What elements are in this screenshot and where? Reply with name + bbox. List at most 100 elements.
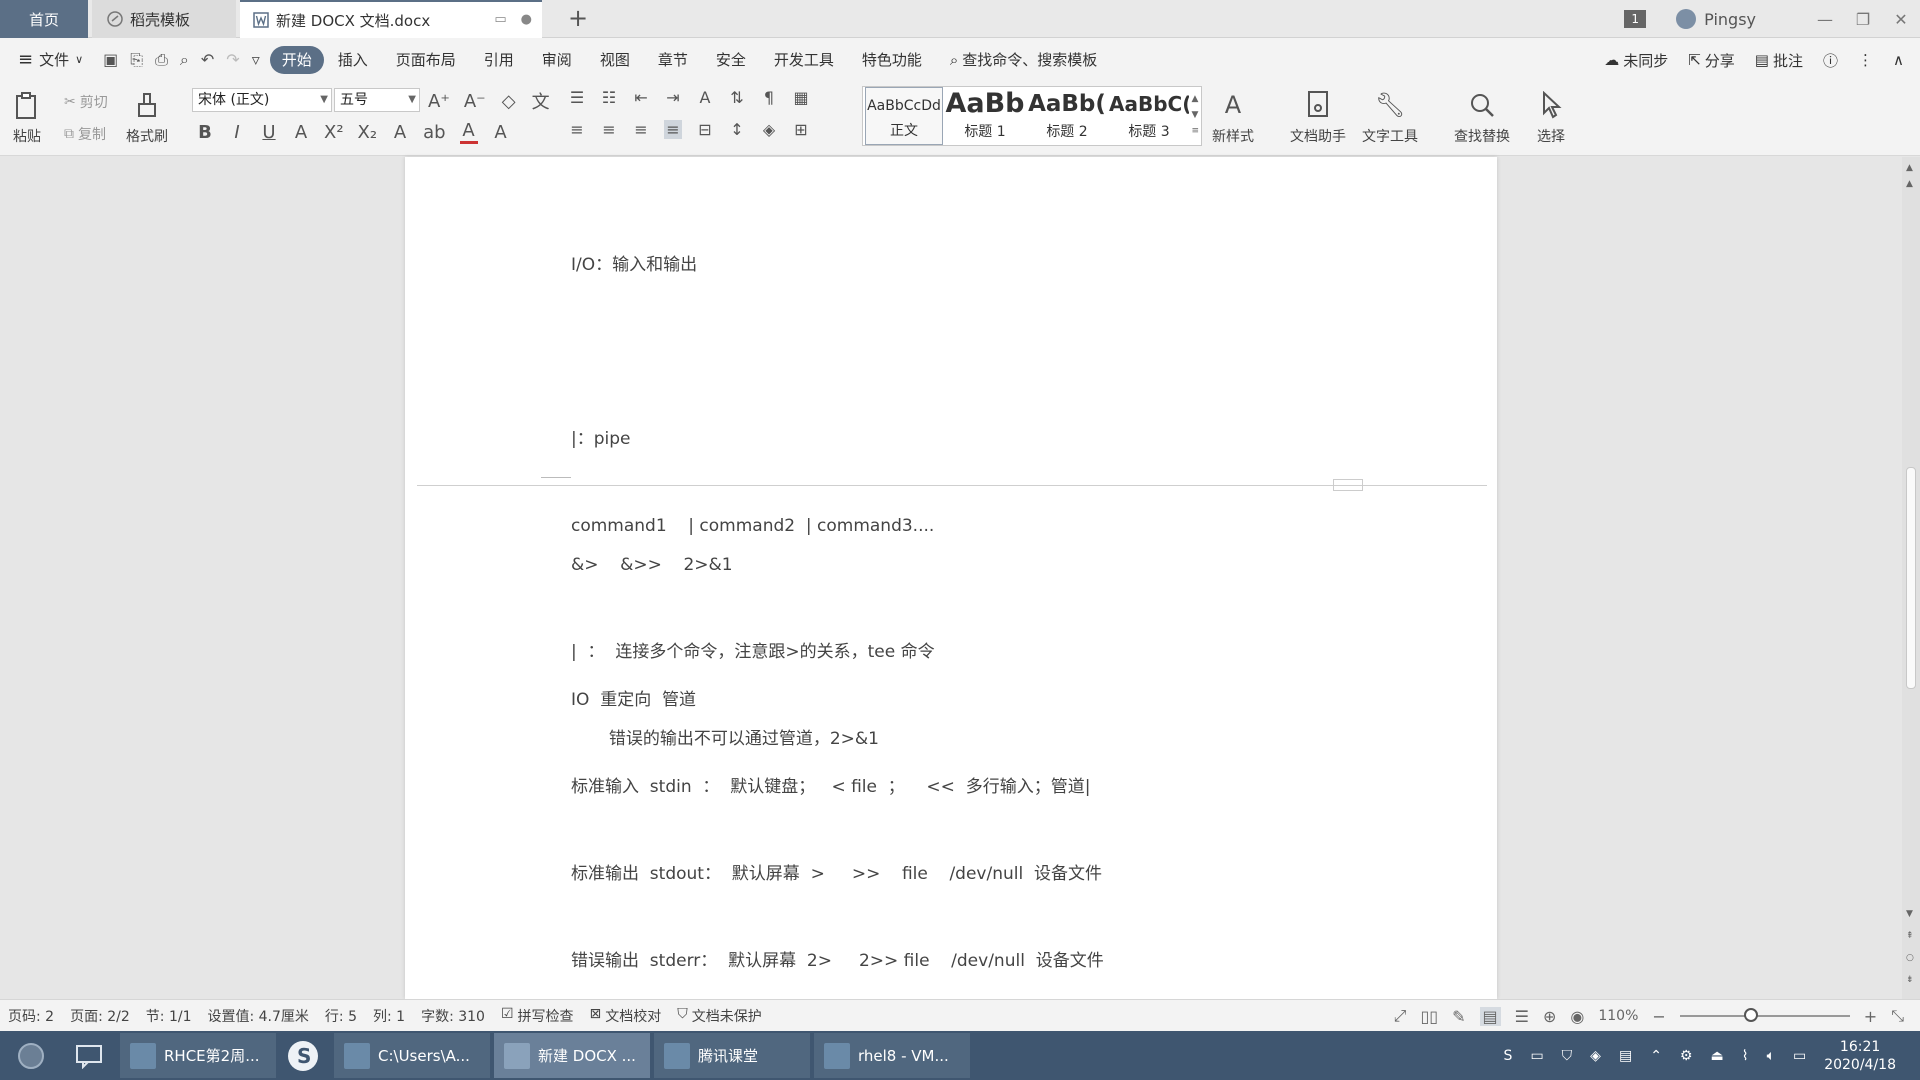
doc-assistant-button[interactable]: 文档助手 xyxy=(1290,88,1346,146)
tab-section[interactable]: 章节 xyxy=(644,46,702,74)
undo-icon[interactable]: ↶ xyxy=(201,50,214,70)
chinese-layout-icon[interactable]: A xyxy=(696,88,714,107)
minimize-icon[interactable]: — xyxy=(1806,10,1844,29)
spell-check-button[interactable]: ☑ 拼写检查 xyxy=(501,1006,574,1026)
taskbar-app-wps[interactable]: 新建 DOCX ... xyxy=(494,1033,650,1078)
bullet-list-icon[interactable]: ☰ xyxy=(568,88,586,107)
taskbar-sogou-app[interactable]: S xyxy=(276,1033,330,1078)
status-words[interactable]: 字数: 310 xyxy=(421,1006,485,1026)
chat-tray-icon[interactable]: ▤ xyxy=(1619,1048,1632,1064)
font-color-icon[interactable]: A xyxy=(459,120,478,144)
monitor-tray-icon[interactable]: ▭ xyxy=(1530,1048,1543,1064)
more-icon[interactable]: ⋮ xyxy=(1858,51,1873,69)
align-left-icon[interactable]: ≡ xyxy=(568,120,586,139)
line-spacing-icon[interactable]: ↕ xyxy=(728,120,746,139)
print-icon[interactable]: ⎙ xyxy=(155,50,168,70)
new-style-button[interactable]: A 新样式 xyxy=(1212,88,1254,146)
tab-insert[interactable]: 插入 xyxy=(324,46,382,74)
select-button[interactable]: 选择 xyxy=(1534,88,1568,146)
page2-text[interactable]: &> &>> 2>&1 | ： 连接多个命令，注意跟>的关系，tee 命令 错误… xyxy=(571,493,935,812)
tab-document[interactable]: 新建 DOCX 文档.docx ▭ ● xyxy=(240,0,542,38)
font-name-select[interactable]: 宋体 (正文) ▼ xyxy=(192,88,332,112)
borders-icon[interactable]: ⊞ xyxy=(792,120,810,139)
status-page[interactable]: 页码: 2 xyxy=(8,1006,54,1026)
taskbar-app-tencent-class[interactable]: 腾讯课堂 xyxy=(654,1033,810,1078)
show-marks-icon[interactable]: ¶ xyxy=(760,88,778,107)
shield-tray-icon[interactable]: ⛉ xyxy=(1562,1048,1573,1064)
scroll-down-icon[interactable]: ▼ xyxy=(1906,909,1913,919)
style-heading-3[interactable]: AaBbC( 标题 3 xyxy=(1109,87,1189,145)
sogou-tray-icon[interactable]: S xyxy=(1504,1048,1513,1064)
volume-icon[interactable]: 🔈︎ xyxy=(1767,1048,1775,1064)
decrease-indent-icon[interactable]: ⇤ xyxy=(632,88,650,107)
help-icon[interactable]: ⓘ xyxy=(1823,50,1838,71)
tab-features[interactable]: 特色功能 xyxy=(848,46,936,74)
tab-page-layout[interactable]: 页面布局 xyxy=(382,46,470,74)
write-mode-icon[interactable]: ✎ xyxy=(1452,1007,1465,1026)
vertical-scrollbar[interactable]: ▲ ▲ ▼ ⇞ ○ ⇟ xyxy=(1902,157,1920,999)
tab-close-dot-icon[interactable]: ● xyxy=(521,12,532,27)
tab-start[interactable]: 开始 xyxy=(269,46,324,74)
scrollbar-thumb[interactable] xyxy=(1906,467,1916,689)
tab-home[interactable]: 首页 xyxy=(0,0,88,38)
close-icon[interactable]: ✕ xyxy=(1882,10,1920,29)
zoom-slider[interactable] xyxy=(1679,1008,1850,1022)
command-search[interactable]: ⌕ 查找命令、搜索模板 xyxy=(936,46,1111,74)
start-button[interactable] xyxy=(0,1031,62,1080)
settings-tray-icon[interactable]: ⚙ xyxy=(1680,1048,1693,1064)
collapse-ribbon-icon[interactable]: ∧ xyxy=(1893,51,1904,69)
status-row[interactable]: 行: 5 xyxy=(325,1006,357,1026)
status-setting[interactable]: 设置值: 4.7厘米 xyxy=(207,1006,308,1026)
zoom-out-icon[interactable]: − xyxy=(1652,1007,1665,1026)
taskbar-app-explorer[interactable]: C:\Users\A... xyxy=(334,1033,490,1078)
style-heading-1[interactable]: AaBb 标题 1 xyxy=(945,87,1025,145)
page-view-icon[interactable]: ▤ xyxy=(1479,1006,1501,1026)
numbered-list-icon[interactable]: ☷ xyxy=(600,88,618,107)
zoom-slider-knob[interactable] xyxy=(1744,1008,1759,1022)
status-col[interactable]: 列: 1 xyxy=(373,1006,405,1026)
proofread-button[interactable]: ⊠ 文档校对 xyxy=(590,1006,662,1026)
distribute-icon[interactable]: ⊟ xyxy=(696,120,714,139)
shrink-font-icon[interactable]: A⁻ xyxy=(464,91,486,112)
subscript-icon[interactable]: X₂ xyxy=(358,122,378,143)
sync-button[interactable]: ☁ 未同步 xyxy=(1604,50,1668,71)
fullscreen-icon[interactable]: ⤢ xyxy=(1394,1006,1407,1026)
zoom-level[interactable]: 110% xyxy=(1598,1008,1638,1024)
copy-button[interactable]: ⧉ 复制 xyxy=(64,124,106,144)
paste-button[interactable]: 粘贴 xyxy=(10,88,44,146)
scroll-up-icon[interactable]: ▲ xyxy=(1906,163,1913,173)
tab-developer[interactable]: 开发工具 xyxy=(760,46,848,74)
status-pages[interactable]: 页面: 2/2 xyxy=(70,1006,130,1026)
eye-protect-icon[interactable]: ◉ xyxy=(1570,1007,1584,1026)
scroll-up-icon[interactable]: ▲ xyxy=(1906,179,1913,189)
new-tab-button[interactable]: + xyxy=(566,6,590,30)
underline-icon[interactable]: U xyxy=(260,122,278,143)
increase-indent-icon[interactable]: ⇥ xyxy=(664,88,682,107)
bold-icon[interactable]: B xyxy=(196,122,214,143)
style-normal[interactable]: AaBbCcDd 正文 xyxy=(865,87,943,145)
save-icon[interactable]: ▣ xyxy=(103,50,118,70)
tab-security[interactable]: 安全 xyxy=(702,46,760,74)
tab-review[interactable]: 审阅 xyxy=(528,46,586,74)
status-section[interactable]: 节: 1/1 xyxy=(146,1006,192,1026)
char-shading-icon[interactable]: A xyxy=(492,122,510,143)
cut-button[interactable]: ✂ 剪切 xyxy=(64,92,108,112)
zoom-in-icon[interactable]: + xyxy=(1864,1007,1877,1026)
monitor-icon[interactable]: ▭ xyxy=(494,12,506,27)
restore-icon[interactable]: ❐ xyxy=(1844,10,1882,29)
styles-scroll-icon[interactable]: ▲ ▼ ≡ xyxy=(1191,91,1199,139)
shading-icon[interactable]: ◈ xyxy=(760,120,778,139)
tab-template[interactable]: 稻壳模板 xyxy=(92,0,236,38)
file-menu[interactable]: ≡ 文件 ∨ xyxy=(0,46,97,74)
document-page[interactable]: I/O：输入和输出 |：pipe command1 | command2 | c… xyxy=(405,157,1497,999)
table-icon[interactable]: ▦ xyxy=(792,88,810,107)
customize-icon[interactable]: ▿ xyxy=(252,50,260,70)
align-center-icon[interactable]: ≡ xyxy=(600,120,618,139)
next-page-icon[interactable]: ⇟ xyxy=(1906,975,1914,985)
grow-font-icon[interactable]: A⁺ xyxy=(428,91,450,112)
justify-icon[interactable]: ≡ xyxy=(664,120,682,139)
clock[interactable]: 16:21 2020/4/18 xyxy=(1824,1038,1896,1074)
fit-page-icon[interactable]: ⤡ xyxy=(1891,1006,1904,1026)
text-tools-button[interactable]: 🔧︎ 文字工具 xyxy=(1362,88,1418,146)
tab-references[interactable]: 引用 xyxy=(470,46,528,74)
